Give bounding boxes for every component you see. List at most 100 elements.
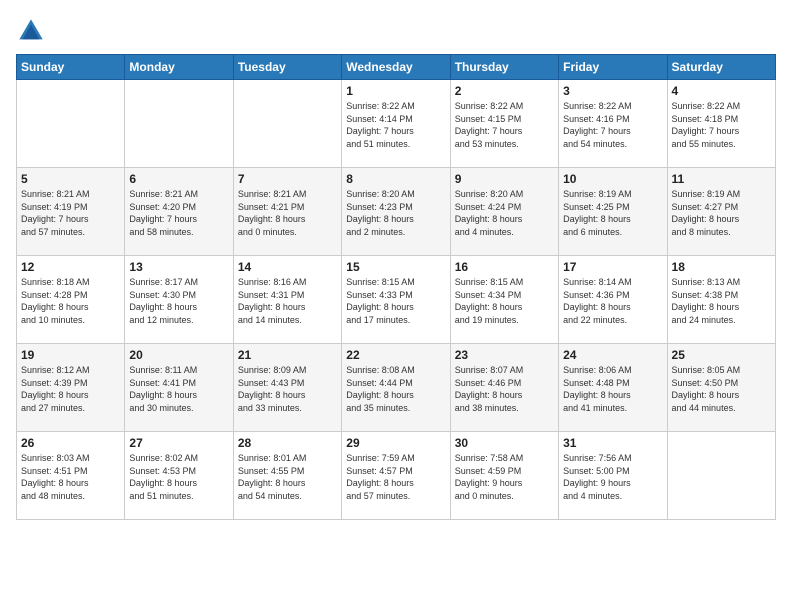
day-info: Sunrise: 8:06 AM Sunset: 4:48 PM Dayligh… (563, 364, 662, 414)
day-info: Sunrise: 7:59 AM Sunset: 4:57 PM Dayligh… (346, 452, 445, 502)
calendar-cell: 3Sunrise: 8:22 AM Sunset: 4:16 PM Daylig… (559, 80, 667, 168)
calendar-cell: 5 Sunrise: 8:21 AM Sunset: 4:19 PM Daylig… (17, 168, 125, 256)
calendar-cell: 15 Sunrise: 8:15 AM Sunset: 4:33 PM Dayli… (342, 256, 450, 344)
day-number: 24 (563, 348, 662, 362)
day-number: 3 (563, 84, 662, 98)
weekday-header-saturday: Saturday (667, 55, 775, 80)
day-number: 23 (455, 348, 554, 362)
day-number: 17 (563, 260, 662, 274)
day-number: 13 (129, 260, 228, 274)
day-info: Sunrise: 8:22 AM Sunset: 4:15 PM Dayligh… (455, 100, 554, 150)
day-info: Sunrise: 8:18 AM Sunset: 4:28 PM Dayligh… (21, 276, 120, 326)
day-number: 12 (21, 260, 120, 274)
day-number: 22 (346, 348, 445, 362)
calendar-cell: 24 Sunrise: 8:06 AM Sunset: 4:48 PM Dayli… (559, 344, 667, 432)
calendar-cell: 10 Sunrise: 8:19 AM Sunset: 4:25 PM Dayli… (559, 168, 667, 256)
calendar-cell: 19 Sunrise: 8:12 AM Sunset: 4:39 PM Dayli… (17, 344, 125, 432)
week-row-1: 5 Sunrise: 8:21 AM Sunset: 4:19 PM Daylig… (17, 168, 776, 256)
day-info: Sunrise: 8:09 AM Sunset: 4:43 PM Dayligh… (238, 364, 337, 414)
calendar-cell: 28 Sunrise: 8:01 AM Sunset: 4:55 PM Dayli… (233, 432, 341, 520)
calendar-cell: 6 Sunrise: 8:21 AM Sunset: 4:20 PM Daylig… (125, 168, 233, 256)
calendar-cell: 12 Sunrise: 8:18 AM Sunset: 4:28 PM Dayli… (17, 256, 125, 344)
weekday-header-tuesday: Tuesday (233, 55, 341, 80)
day-info: Sunrise: 8:22 AM Sunset: 4:14 PM Dayligh… (346, 100, 445, 150)
day-info: Sunrise: 7:58 AM Sunset: 4:59 PM Dayligh… (455, 452, 554, 502)
day-number: 9 (455, 172, 554, 186)
day-info: Sunrise: 8:12 AM Sunset: 4:39 PM Dayligh… (21, 364, 120, 414)
calendar-cell: 4 Sunrise: 8:22 AM Sunset: 4:18 PM Daylig… (667, 80, 775, 168)
calendar-cell: 17Sunrise: 8:14 AM Sunset: 4:36 PM Dayli… (559, 256, 667, 344)
calendar-cell: 30 Sunrise: 7:58 AM Sunset: 4:59 PM Dayli… (450, 432, 558, 520)
day-info: Sunrise: 8:03 AM Sunset: 4:51 PM Dayligh… (21, 452, 120, 502)
calendar-cell: 11Sunrise: 8:19 AM Sunset: 4:27 PM Dayli… (667, 168, 775, 256)
day-number: 10 (563, 172, 662, 186)
day-number: 4 (672, 84, 771, 98)
weekday-header-monday: Monday (125, 55, 233, 80)
day-info: Sunrise: 7:56 AM Sunset: 5:00 PM Dayligh… (563, 452, 662, 502)
day-info: Sunrise: 8:19 AM Sunset: 4:25 PM Dayligh… (563, 188, 662, 238)
day-number: 2 (455, 84, 554, 98)
day-number: 18 (672, 260, 771, 274)
calendar-cell: 27 Sunrise: 8:02 AM Sunset: 4:53 PM Dayli… (125, 432, 233, 520)
day-info: Sunrise: 8:22 AM Sunset: 4:18 PM Dayligh… (672, 100, 771, 150)
day-number: 30 (455, 436, 554, 450)
calendar-cell: 29 Sunrise: 7:59 AM Sunset: 4:57 PM Dayli… (342, 432, 450, 520)
calendar-cell (233, 80, 341, 168)
day-number: 11 (672, 172, 771, 186)
week-row-0: 1 Sunrise: 8:22 AM Sunset: 4:14 PM Daylig… (17, 80, 776, 168)
week-row-2: 12 Sunrise: 8:18 AM Sunset: 4:28 PM Dayli… (17, 256, 776, 344)
day-info: Sunrise: 8:07 AM Sunset: 4:46 PM Dayligh… (455, 364, 554, 414)
day-number: 14 (238, 260, 337, 274)
calendar-cell: 20Sunrise: 8:11 AM Sunset: 4:41 PM Dayli… (125, 344, 233, 432)
weekday-header-wednesday: Wednesday (342, 55, 450, 80)
day-number: 1 (346, 84, 445, 98)
calendar-cell (17, 80, 125, 168)
day-number: 27 (129, 436, 228, 450)
calendar: SundayMondayTuesdayWednesdayThursdayFrid… (16, 54, 776, 520)
day-info: Sunrise: 8:01 AM Sunset: 4:55 PM Dayligh… (238, 452, 337, 502)
calendar-cell: 9 Sunrise: 8:20 AM Sunset: 4:24 PM Daylig… (450, 168, 558, 256)
calendar-cell (125, 80, 233, 168)
header (16, 16, 776, 46)
day-number: 28 (238, 436, 337, 450)
day-number: 6 (129, 172, 228, 186)
weekday-header-friday: Friday (559, 55, 667, 80)
calendar-cell: 26 Sunrise: 8:03 AM Sunset: 4:51 PM Dayli… (17, 432, 125, 520)
logo (16, 16, 50, 46)
day-info: Sunrise: 8:21 AM Sunset: 4:20 PM Dayligh… (129, 188, 228, 238)
calendar-cell: 18Sunrise: 8:13 AM Sunset: 4:38 PM Dayli… (667, 256, 775, 344)
day-number: 8 (346, 172, 445, 186)
day-number: 29 (346, 436, 445, 450)
day-info: Sunrise: 8:21 AM Sunset: 4:19 PM Dayligh… (21, 188, 120, 238)
calendar-cell: 1 Sunrise: 8:22 AM Sunset: 4:14 PM Daylig… (342, 80, 450, 168)
calendar-cell: 16 Sunrise: 8:15 AM Sunset: 4:34 PM Dayli… (450, 256, 558, 344)
calendar-cell: 8 Sunrise: 8:20 AM Sunset: 4:23 PM Daylig… (342, 168, 450, 256)
weekday-header-thursday: Thursday (450, 55, 558, 80)
day-number: 16 (455, 260, 554, 274)
calendar-cell: 14 Sunrise: 8:16 AM Sunset: 4:31 PM Dayli… (233, 256, 341, 344)
calendar-cell: 13 Sunrise: 8:17 AM Sunset: 4:30 PM Dayli… (125, 256, 233, 344)
calendar-cell: 22 Sunrise: 8:08 AM Sunset: 4:44 PM Dayli… (342, 344, 450, 432)
calendar-cell: 25 Sunrise: 8:05 AM Sunset: 4:50 PM Dayli… (667, 344, 775, 432)
day-info: Sunrise: 8:02 AM Sunset: 4:53 PM Dayligh… (129, 452, 228, 502)
day-info: Sunrise: 8:05 AM Sunset: 4:50 PM Dayligh… (672, 364, 771, 414)
day-info: Sunrise: 8:15 AM Sunset: 4:33 PM Dayligh… (346, 276, 445, 326)
day-info: Sunrise: 8:11 AM Sunset: 4:41 PM Dayligh… (129, 364, 228, 414)
day-number: 5 (21, 172, 120, 186)
day-number: 19 (21, 348, 120, 362)
day-info: Sunrise: 8:08 AM Sunset: 4:44 PM Dayligh… (346, 364, 445, 414)
day-number: 26 (21, 436, 120, 450)
weekday-header-sunday: Sunday (17, 55, 125, 80)
day-number: 15 (346, 260, 445, 274)
week-row-4: 26 Sunrise: 8:03 AM Sunset: 4:51 PM Dayli… (17, 432, 776, 520)
day-info: Sunrise: 8:20 AM Sunset: 4:23 PM Dayligh… (346, 188, 445, 238)
day-info: Sunrise: 8:20 AM Sunset: 4:24 PM Dayligh… (455, 188, 554, 238)
day-number: 25 (672, 348, 771, 362)
calendar-cell: 21Sunrise: 8:09 AM Sunset: 4:43 PM Dayli… (233, 344, 341, 432)
day-info: Sunrise: 8:15 AM Sunset: 4:34 PM Dayligh… (455, 276, 554, 326)
calendar-cell: 31Sunrise: 7:56 AM Sunset: 5:00 PM Dayli… (559, 432, 667, 520)
calendar-cell: 23 Sunrise: 8:07 AM Sunset: 4:46 PM Dayli… (450, 344, 558, 432)
day-info: Sunrise: 8:17 AM Sunset: 4:30 PM Dayligh… (129, 276, 228, 326)
logo-icon (16, 16, 46, 46)
day-info: Sunrise: 8:16 AM Sunset: 4:31 PM Dayligh… (238, 276, 337, 326)
